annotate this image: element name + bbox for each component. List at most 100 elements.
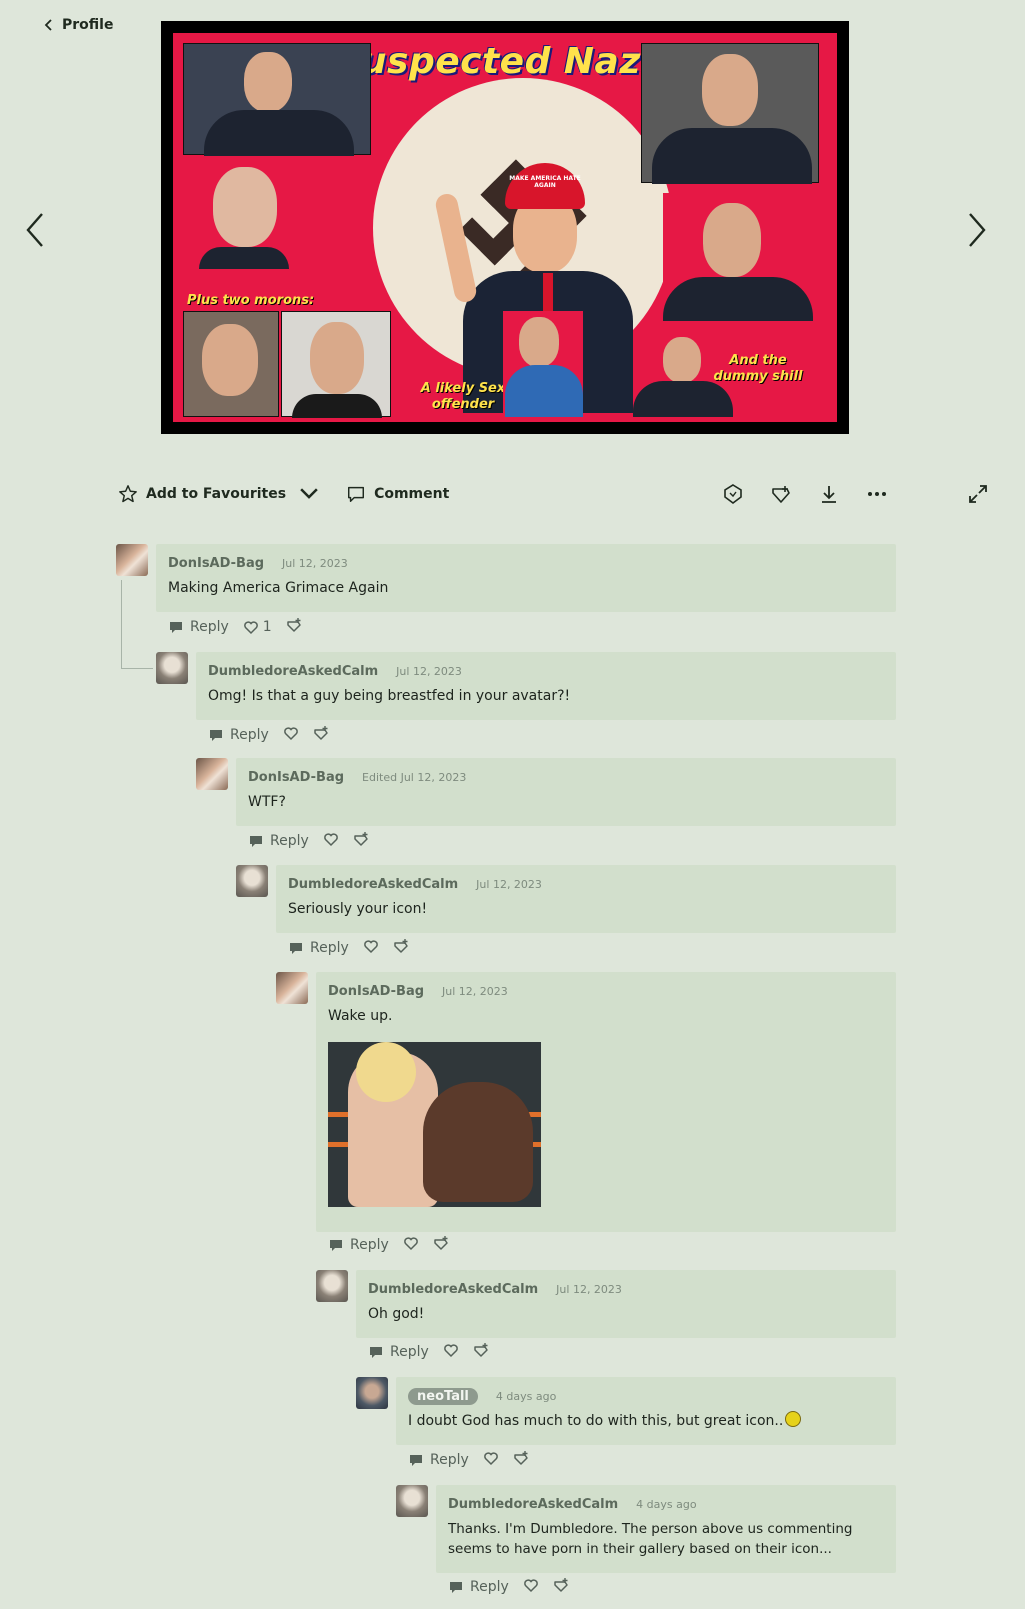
comment-text: Making America Grimace Again <box>168 580 389 596</box>
comment-date[interactable]: 4 days ago <box>636 1498 696 1511</box>
deviation-image[interactable]: Suspected Nazis MAKE AMERICA HATE AGAIN … <box>161 21 849 434</box>
add-to-favourites-button[interactable]: Add to Favourites <box>118 484 286 504</box>
like-button[interactable] <box>523 1577 539 1597</box>
avatar[interactable] <box>116 544 148 576</box>
photo-top-right <box>641 43 819 184</box>
avatar[interactable] <box>396 1485 428 1517</box>
comment-username[interactable]: neoTall <box>408 1387 478 1405</box>
award-button[interactable] <box>513 1450 529 1470</box>
download-button[interactable] <box>816 481 842 507</box>
speech-bubble-icon <box>348 486 365 502</box>
photo-top-left <box>183 43 371 156</box>
collections-dropdown-button[interactable] <box>296 481 322 507</box>
comment-text: Seriously your icon! <box>288 901 428 917</box>
avatar[interactable] <box>316 1270 348 1302</box>
give-award-button[interactable] <box>768 481 794 507</box>
award-button[interactable] <box>473 1342 489 1362</box>
comment-date[interactable]: Jul 12, 2023 <box>396 665 462 678</box>
comment-username[interactable]: DumbledoreAskedCalm <box>288 877 458 892</box>
avatar[interactable] <box>236 865 268 897</box>
reply-button[interactable]: Reply <box>328 1237 389 1253</box>
comment-date[interactable]: Jul 12, 2023 <box>556 1283 622 1296</box>
like-button[interactable]: 1 <box>243 619 272 635</box>
like-button[interactable] <box>483 1450 499 1470</box>
like-button[interactable] <box>363 938 379 958</box>
gift-icon <box>772 486 790 503</box>
reply-icon <box>250 836 262 847</box>
award-icon <box>474 1343 488 1357</box>
smiley-emoji-icon <box>785 1411 802 1427</box>
comment-username[interactable]: DumbledoreAskedCalm <box>368 1282 538 1297</box>
next-deviation-button[interactable] <box>962 210 990 250</box>
award-icon <box>554 1578 568 1592</box>
caption-left: Plus two morons: <box>187 293 315 308</box>
chevron-down-icon <box>300 488 318 499</box>
reply-button[interactable]: Reply <box>208 727 269 743</box>
award-button[interactable] <box>433 1235 449 1255</box>
avatar[interactable] <box>356 1377 388 1409</box>
expand-image-button[interactable] <box>965 481 991 507</box>
avatar[interactable] <box>276 972 308 1004</box>
back-to-profile-link[interactable]: Profile <box>44 14 113 36</box>
reply-icon <box>370 1347 382 1358</box>
award-button[interactable] <box>313 725 329 745</box>
like-count: 1 <box>262 619 272 635</box>
photo-bottom-left-2 <box>281 311 391 418</box>
badge-button[interactable] <box>720 481 746 507</box>
reply-button[interactable]: Reply <box>448 1579 509 1595</box>
comment-attached-image[interactable] <box>328 1042 541 1207</box>
comment-username[interactable]: DonIsAD-Bag <box>168 556 264 571</box>
award-button[interactable] <box>353 831 369 851</box>
comment-bubble: DonIsAD-Bag Jul 12, 2023 Making America … <box>156 544 896 612</box>
more-icon <box>868 492 886 496</box>
comment-date[interactable]: Jul 12, 2023 <box>282 557 348 570</box>
comment-text-content: I doubt God has much to do with this, bu… <box>408 1413 784 1429</box>
favourite-label: Add to Favourites <box>146 486 287 502</box>
comment-actions: Reply <box>448 1576 569 1598</box>
comment-date[interactable]: 4 days ago <box>496 1390 556 1403</box>
comment-bubble: neoTall 4 days ago I doubt God has much … <box>396 1377 896 1445</box>
award-button[interactable] <box>393 938 409 958</box>
reply-button[interactable]: Reply <box>288 940 349 956</box>
comment-username[interactable]: DumbledoreAskedCalm <box>448 1497 618 1512</box>
reply-button[interactable]: Reply <box>368 1344 429 1360</box>
like-button[interactable] <box>323 831 339 851</box>
like-button[interactable] <box>443 1342 459 1362</box>
comment-button[interactable]: Comment <box>346 484 449 504</box>
comment-bubble: DonIsAD-Bag Jul 12, 2023 Wake up. <box>316 972 896 1232</box>
comment-actions: Reply <box>208 724 329 746</box>
reply-icon <box>170 622 182 633</box>
avatar[interactable] <box>196 758 228 790</box>
comment-date[interactable]: Jul 12, 2023 <box>476 878 542 891</box>
reply-button[interactable]: Reply <box>408 1452 469 1468</box>
reply-label: Reply <box>350 1237 389 1253</box>
comment-text: Thanks. I'm Dumbledore. The person above… <box>448 1521 853 1557</box>
reply-label: Reply <box>190 619 229 635</box>
photo-right-mid <box>663 193 819 321</box>
like-button[interactable] <box>403 1235 419 1255</box>
like-button[interactable] <box>283 725 299 745</box>
more-options-button[interactable] <box>864 481 890 507</box>
award-icon <box>286 618 301 632</box>
award-button[interactable] <box>553 1577 569 1597</box>
chevron-right-icon <box>969 213 986 247</box>
reply-button[interactable]: Reply <box>168 619 229 635</box>
comment-date[interactable]: Jul 12, 2023 <box>442 985 508 998</box>
reply-button[interactable]: Reply <box>248 833 309 849</box>
comment-text: Wake up. <box>328 1008 393 1024</box>
comment-bubble: DumbledoreAskedCalm Jul 12, 2023 Oh god! <box>356 1270 896 1338</box>
previous-deviation-button[interactable] <box>22 210 50 250</box>
back-label: Profile <box>62 17 114 33</box>
comment-text: WTF? <box>248 794 286 810</box>
comment-username[interactable]: DumbledoreAskedCalm <box>208 664 378 679</box>
award-icon <box>514 1451 528 1465</box>
thread-connector <box>121 580 153 669</box>
comment-date[interactable]: Edited Jul 12, 2023 <box>362 771 466 784</box>
avatar[interactable] <box>156 652 188 684</box>
comment-username[interactable]: DonIsAD-Bag <box>328 984 424 999</box>
comment-actions: Reply <box>328 1234 449 1256</box>
award-button[interactable] <box>286 617 302 637</box>
chevron-left-icon <box>26 213 43 247</box>
comment-username[interactable]: DonIsAD-Bag <box>248 770 344 785</box>
comment-bubble: DonIsAD-Bag Edited Jul 12, 2023 WTF? <box>236 758 896 826</box>
